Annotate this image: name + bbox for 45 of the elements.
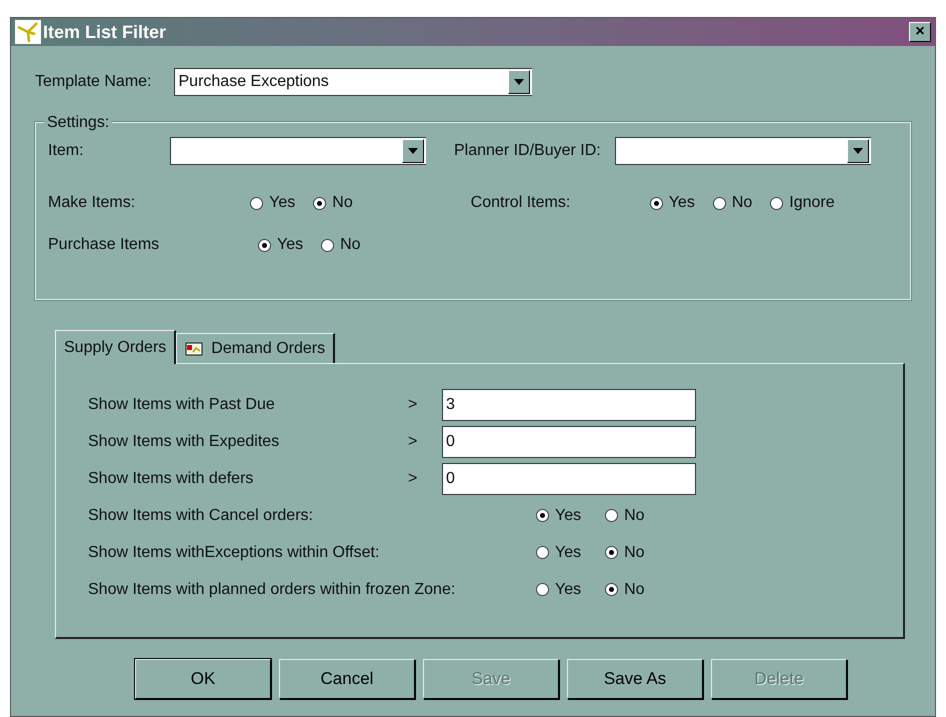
dialog-button[interactable]: Save As bbox=[567, 659, 703, 699]
planner-dropdown[interactable] bbox=[614, 137, 871, 165]
option-label: Show Items with Expedites bbox=[88, 432, 280, 452]
option-label: Show Items with defers bbox=[88, 468, 254, 488]
dropdown-arrow-icon bbox=[408, 148, 418, 154]
operator-label: > bbox=[408, 468, 418, 488]
window-title: Item List Filter bbox=[43, 20, 166, 44]
option-label: Show Items with Past Due bbox=[88, 394, 276, 414]
number-field[interactable]: 0 bbox=[442, 462, 696, 494]
option-label: Show Items with Cancel orders: bbox=[88, 506, 314, 526]
option-label: Show Items withExceptions within Offset: bbox=[88, 542, 380, 562]
tab[interactable]: Supply Orders bbox=[55, 330, 176, 364]
dropdown-arrow-icon bbox=[852, 148, 863, 154]
field-label: Template Name: bbox=[35, 72, 152, 92]
dropdown-arrow-icon bbox=[514, 79, 524, 85]
field-label: Item: bbox=[48, 141, 85, 161]
radio-option[interactable]: Yes bbox=[250, 191, 296, 215]
radio-option[interactable]: Yes bbox=[258, 233, 304, 257]
radio-option[interactable]: No bbox=[605, 578, 645, 602]
field-label: Purchase Items bbox=[48, 235, 160, 255]
radio-option[interactable]: No bbox=[313, 191, 353, 215]
radio-option[interactable]: Ignore bbox=[770, 191, 835, 215]
radio-option[interactable]: Yes bbox=[536, 540, 582, 564]
field-label: Make Items: bbox=[48, 193, 136, 213]
operator-label: > bbox=[408, 432, 418, 452]
number-field[interactable]: 3 bbox=[442, 388, 696, 420]
dialog-button[interactable]: Cancel bbox=[279, 659, 415, 699]
template-dropdown[interactable]: Purchase Exceptions bbox=[174, 68, 532, 96]
radio-option[interactable]: No bbox=[712, 191, 752, 215]
operator-label: > bbox=[408, 394, 418, 414]
radio-option[interactable]: Yes bbox=[536, 578, 582, 602]
field-label: Planner ID/Buyer ID: bbox=[454, 141, 601, 161]
radio-option[interactable]: Yes bbox=[650, 191, 695, 215]
radio-option[interactable]: No bbox=[605, 504, 645, 528]
dialog-button[interactable]: OK bbox=[135, 659, 271, 699]
radio-option[interactable]: Yes bbox=[536, 504, 582, 528]
app-icon bbox=[15, 20, 41, 44]
number-field[interactable]: 0 bbox=[442, 426, 696, 458]
item-dropdown[interactable] bbox=[170, 137, 426, 165]
tab[interactable]: Demand Orders bbox=[176, 333, 336, 363]
field-label: Control Items: bbox=[470, 193, 572, 213]
radio-option[interactable]: No bbox=[321, 233, 361, 257]
option-label: Show Items with planned orders within frozen Zone: bbox=[88, 580, 456, 600]
close-button[interactable]: × bbox=[909, 22, 931, 42]
radio-option[interactable]: No bbox=[605, 540, 645, 564]
